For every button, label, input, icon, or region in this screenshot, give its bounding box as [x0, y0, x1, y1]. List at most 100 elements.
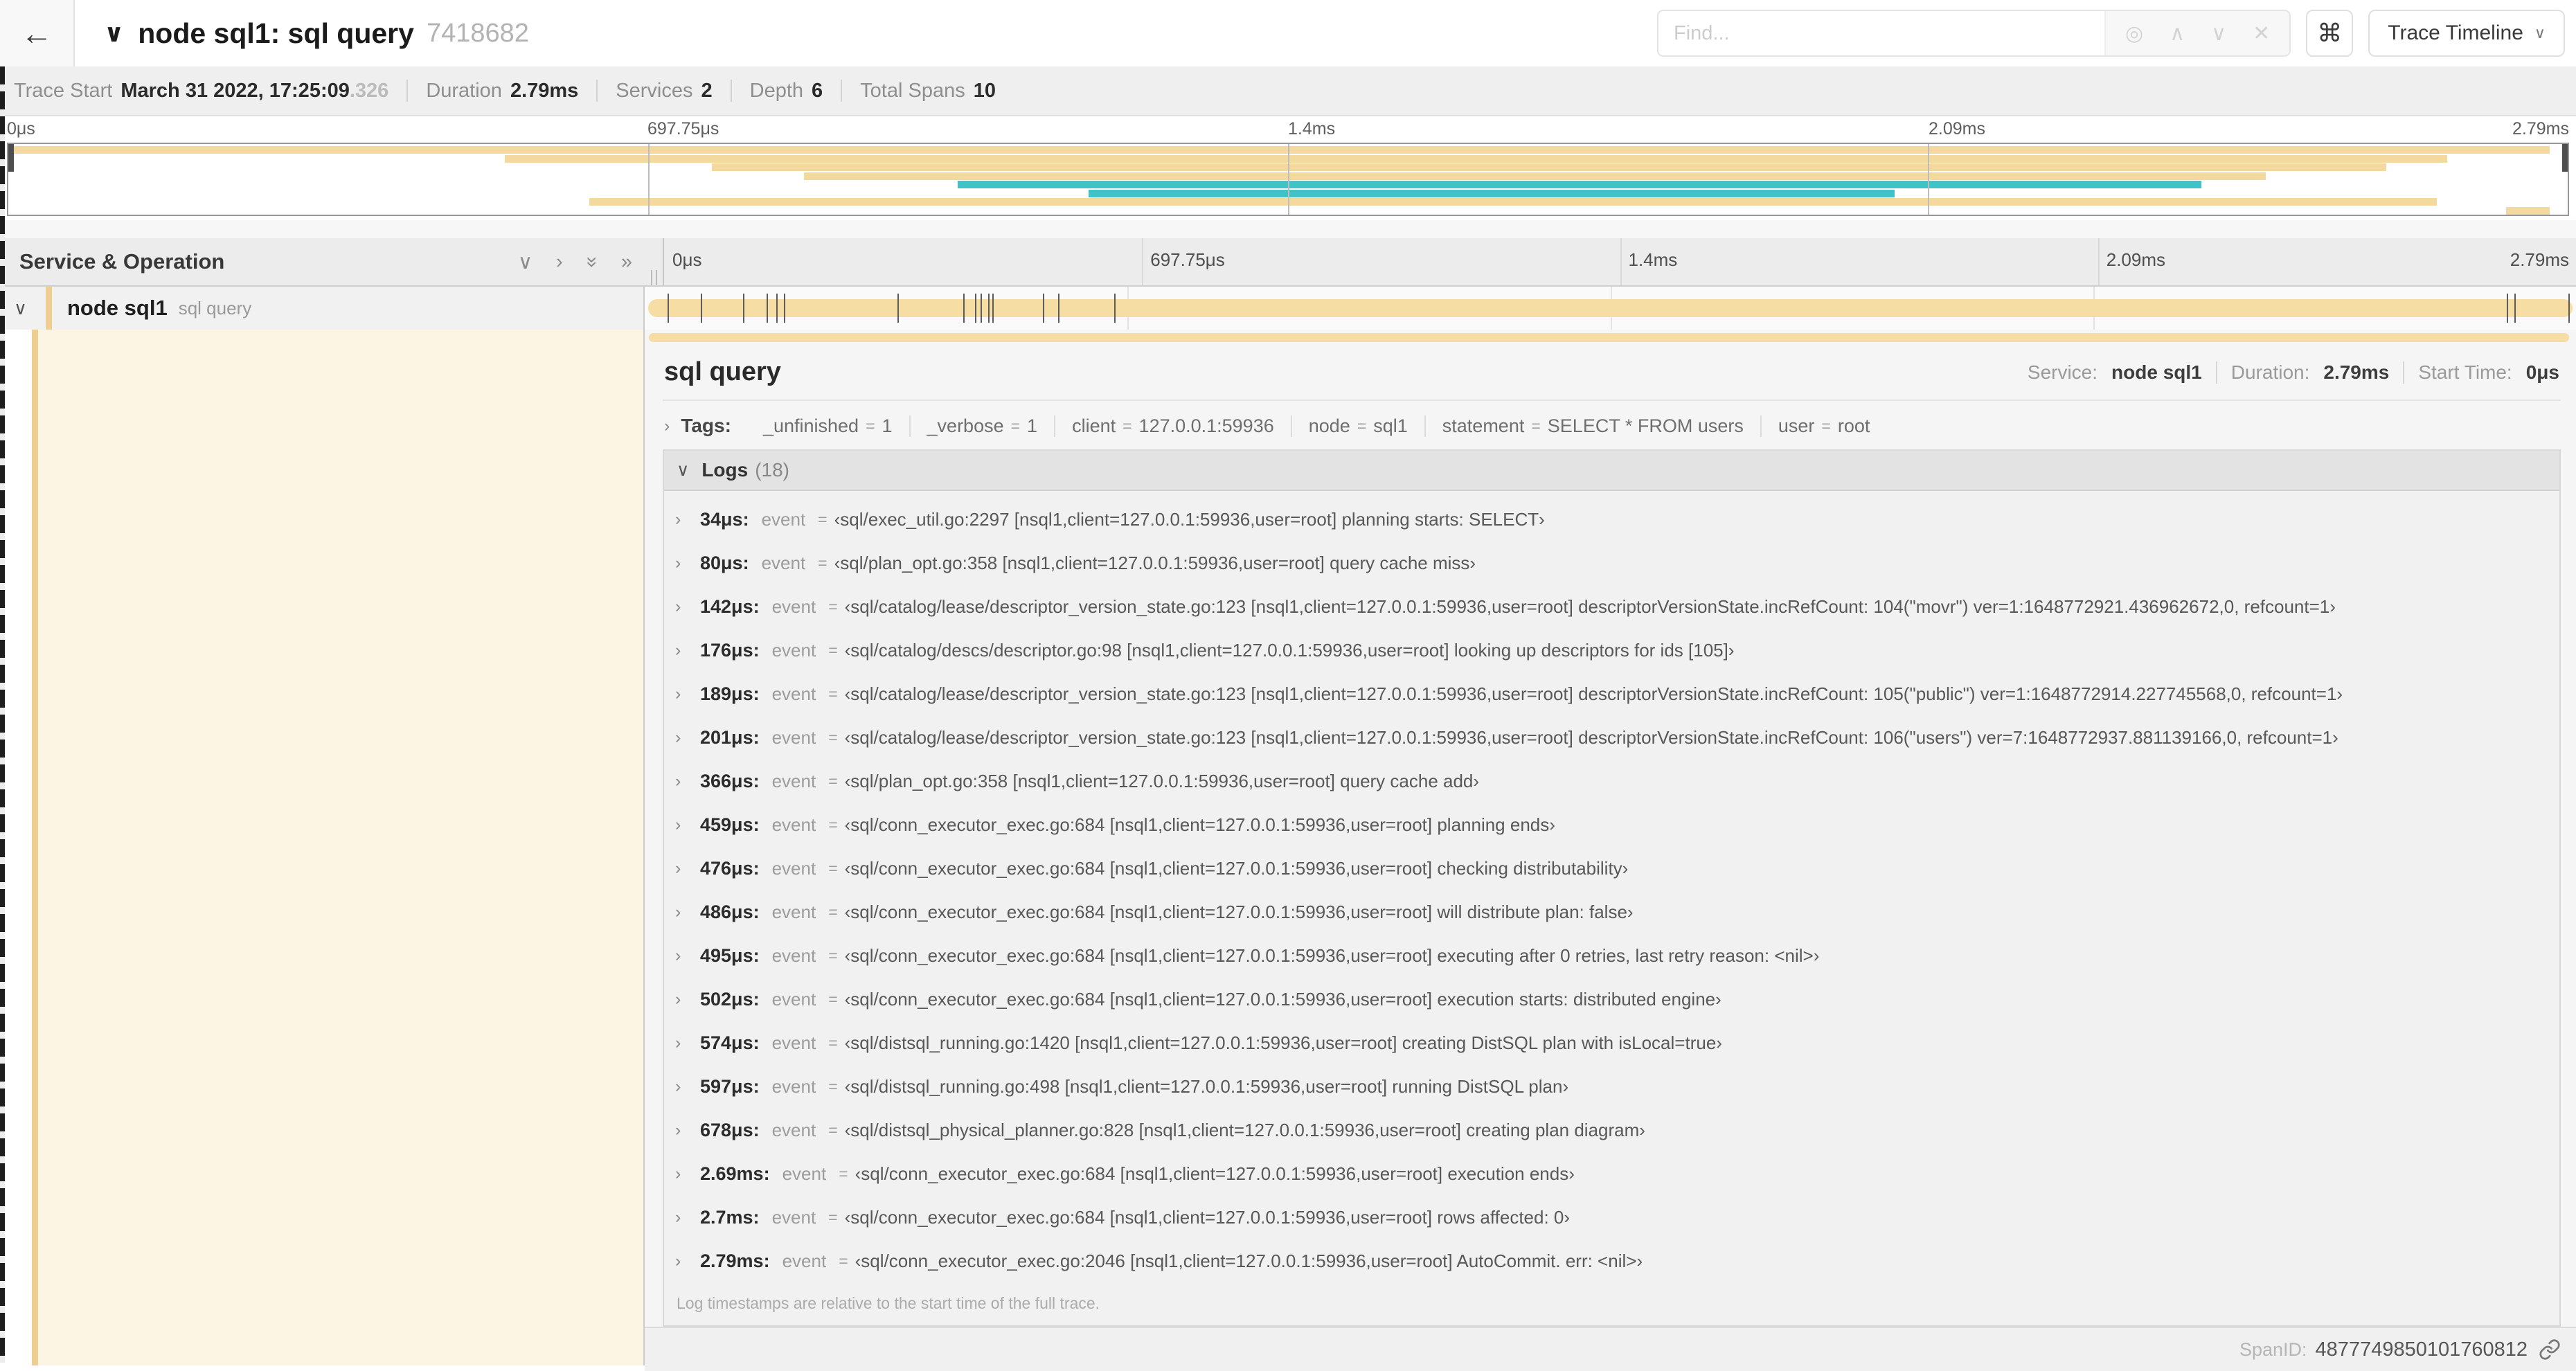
tag-key: _unfinished: [762, 415, 859, 436]
log-timestamp: 495μs:: [700, 945, 760, 966]
viewport-scrubber-right[interactable]: [2562, 144, 2568, 172]
find-input[interactable]: [1658, 11, 2104, 55]
log-timestamp: 80μs:: [700, 553, 749, 573]
equals-sign: =: [828, 947, 838, 965]
minimap-span-bar: [1088, 189, 1895, 197]
depth-label: Depth: [749, 79, 804, 102]
log-entry-row[interactable]: › 34μs: event = ‹sql/exec_util.go:2297 […: [664, 498, 2559, 541]
service-operation-header: Service & Operation ∨ › » »: [0, 238, 664, 285]
log-field-value: ‹sql/conn_executor_exec.go:684 [nsql1,cl…: [844, 945, 1820, 966]
log-marker-tick: [783, 294, 785, 323]
log-entry-row[interactable]: › 495μs: event = ‹sql/conn_executor_exec…: [664, 934, 2559, 978]
column-resizer-grip[interactable]: [651, 270, 657, 285]
log-field-key: event: [771, 858, 816, 879]
log-entry-row[interactable]: › 502μs: event = ‹sql/conn_executor_exec…: [664, 978, 2559, 1021]
log-timestamp: 502μs:: [700, 989, 760, 1010]
log-field-value: ‹sql/conn_executor_exec.go:684 [nsql1,cl…: [844, 858, 1629, 879]
total-spans-value: 10: [973, 79, 996, 102]
log-entry-row[interactable]: › 80μs: event = ‹sql/plan_opt.go:358 [ns…: [664, 541, 2559, 585]
equals-sign: =: [818, 554, 828, 572]
viewport-scrubber-left[interactable]: [8, 144, 14, 172]
span-color-accent: [46, 287, 52, 330]
expand-one-icon[interactable]: ›: [556, 251, 563, 274]
ruler-tick-label: 0μs: [672, 249, 702, 270]
log-entry-row[interactable]: › 142μs: event = ‹sql/catalog/lease/desc…: [664, 585, 2559, 629]
view-options-button[interactable]: Trace Timeline ∨: [2368, 10, 2565, 57]
minimap-gridline: [648, 144, 650, 215]
start-time-value: 0μs: [2525, 361, 2559, 383]
log-entry-row[interactable]: › 2.7ms: event = ‹sql/conn_executor_exec…: [664, 1196, 2559, 1239]
prev-result-icon[interactable]: ∧: [2170, 21, 2185, 46]
equals-sign: =: [1357, 416, 1367, 435]
duration-value: 2.79ms: [510, 79, 579, 102]
collapse-children-chevron-icon[interactable]: ∨: [14, 298, 35, 319]
log-entry-row[interactable]: › 476μs: event = ‹sql/conn_executor_exec…: [664, 847, 2559, 890]
log-entry-row[interactable]: › 2.79ms: event = ‹sql/conn_executor_exe…: [664, 1239, 2559, 1283]
log-entry-row[interactable]: › 574μs: event = ‹sql/distsql_running.go…: [664, 1021, 2559, 1065]
log-field-value: ‹sql/plan_opt.go:358 [nsql1,client=127.0…: [844, 771, 1480, 791]
equals-sign: =: [1531, 416, 1541, 435]
duration-label: Duration:: [2230, 361, 2310, 383]
tag-value: 1: [882, 415, 893, 436]
log-timestamp: 176μs:: [700, 640, 760, 661]
detail-span-accent-bar: [649, 333, 2569, 342]
equals-sign: =: [1821, 416, 1831, 435]
log-timestamp: 459μs:: [700, 814, 760, 835]
tags-row[interactable]: › Tags: _unfinished = 1 _verbose = 1 cli…: [663, 401, 2561, 449]
log-timestamp: 678μs:: [700, 1120, 760, 1140]
span-duration-bar[interactable]: [648, 299, 2573, 317]
expand-all-icon[interactable]: »: [621, 251, 632, 274]
next-result-icon[interactable]: ∨: [2211, 21, 2226, 46]
span-row[interactable]: ∨ node sql1 sql query: [0, 287, 2576, 330]
clear-search-icon[interactable]: ✕: [2253, 21, 2270, 46]
log-entry-row[interactable]: › 2.69ms: event = ‹sql/conn_executor_exe…: [664, 1152, 2559, 1196]
collapse-deep-icon[interactable]: »: [580, 256, 603, 267]
log-field-key: event: [771, 1120, 816, 1140]
tag-item[interactable]: client = 127.0.0.1:59936: [1055, 415, 1292, 437]
deep-link-icon[interactable]: [2539, 1338, 2561, 1361]
log-marker-tick: [1113, 294, 1116, 323]
minimap-span-bar: [505, 154, 2448, 163]
log-entry-row[interactable]: › 366μs: event = ‹sql/plan_opt.go:358 [n…: [664, 760, 2559, 803]
span-name-cell[interactable]: ∨ node sql1 sql query: [0, 287, 645, 330]
tag-item[interactable]: node = sql1: [1292, 415, 1426, 437]
log-entry-row[interactable]: › 486μs: event = ‹sql/conn_executor_exec…: [664, 890, 2559, 934]
logs-header[interactable]: ∨ Logs (18): [664, 451, 2559, 491]
chevron-right-icon: ›: [675, 815, 681, 834]
log-entry-row[interactable]: › 459μs: event = ‹sql/conn_executor_exec…: [664, 803, 2559, 847]
back-button[interactable]: ←: [0, 0, 75, 66]
keyboard-shortcuts-button[interactable]: ⌘: [2306, 10, 2354, 57]
tag-item[interactable]: statement = SELECT * FROM users: [1426, 415, 1762, 437]
span-timeline-cell[interactable]: [645, 287, 2576, 330]
tag-item[interactable]: _verbose = 1: [911, 415, 1056, 437]
trace-start-label: Trace Start: [14, 79, 113, 102]
total-spans-label: Total Spans: [860, 79, 965, 102]
log-entry-row[interactable]: › 597μs: event = ‹sql/distsql_running.go…: [664, 1065, 2559, 1109]
span-id-value: 4877749850101760812: [2315, 1338, 2528, 1361]
log-entry-row[interactable]: › 176μs: event = ‹sql/catalog/descs/desc…: [664, 629, 2559, 672]
equals-sign: =: [828, 685, 838, 703]
minimap-span-bar: [804, 172, 2266, 180]
log-entry-row[interactable]: › 201μs: event = ‹sql/catalog/lease/desc…: [664, 716, 2559, 760]
collapse-trace-chevron-icon[interactable]: ∨: [104, 19, 124, 48]
equals-sign: =: [828, 1034, 838, 1052]
locate-icon[interactable]: ◎: [2125, 21, 2143, 46]
minimap-tick-label: 697.75μs: [647, 119, 719, 138]
minimap-span-bar: [958, 181, 2202, 188]
log-field-value: ‹sql/catalog/lease/descriptor_version_st…: [844, 683, 2343, 704]
log-field-value: ‹sql/distsql_running.go:498 [nsql1,clien…: [844, 1076, 1569, 1097]
page-title: node sql1: sql query: [138, 17, 414, 49]
log-entry-row[interactable]: › 678μs: event = ‹sql/distsql_physical_p…: [664, 1109, 2559, 1152]
tag-item[interactable]: _unfinished = 1: [746, 415, 911, 437]
log-entry-row[interactable]: › 189μs: event = ‹sql/catalog/lease/desc…: [664, 672, 2559, 716]
tag-item[interactable]: user = root: [1762, 415, 1887, 437]
collapse-all-icon[interactable]: ∨: [518, 250, 533, 274]
chevron-right-icon: ›: [675, 728, 681, 747]
tag-value: 1: [1027, 415, 1038, 436]
tag-value: SELECT * FROM users: [1547, 415, 1744, 436]
ruler-gridline: [1142, 238, 1144, 285]
minimap-canvas[interactable]: [7, 143, 2569, 216]
equals-sign: =: [828, 772, 838, 790]
log-field-value: ‹sql/exec_util.go:2297 [nsql1,client=127…: [834, 509, 1545, 530]
log-timestamp: 574μs:: [700, 1032, 760, 1053]
